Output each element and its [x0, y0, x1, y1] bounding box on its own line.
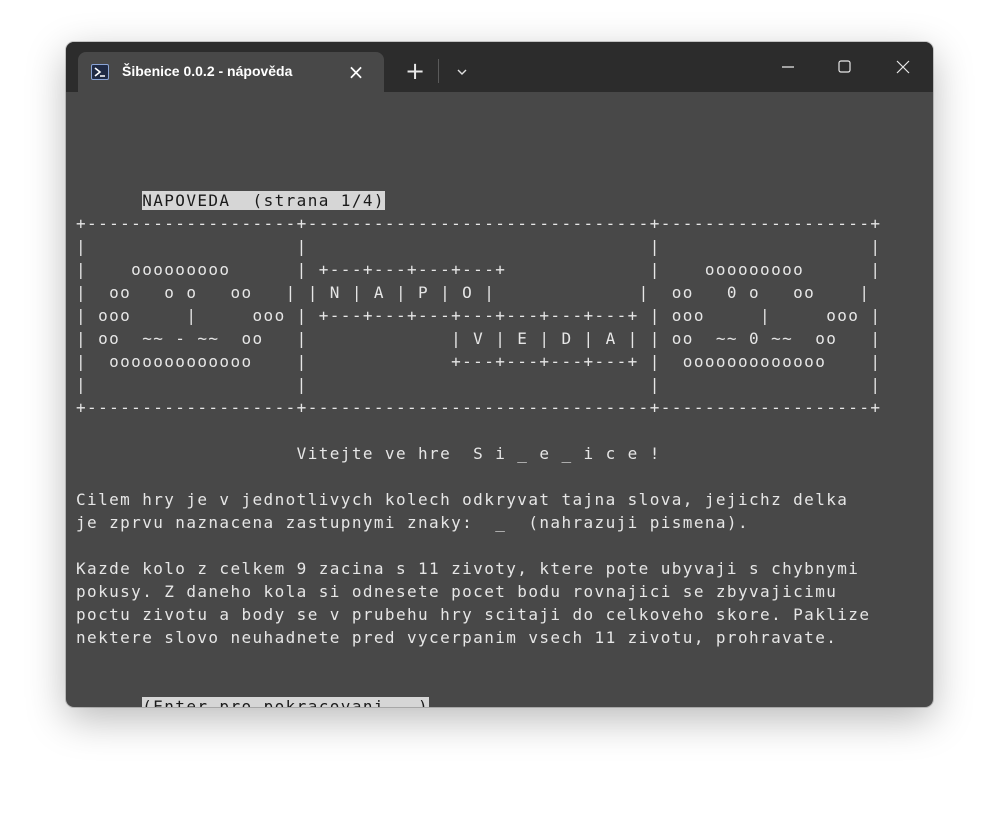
art-line: | | | |: [76, 237, 882, 256]
art-line: | oo ~~ - ~~ oo | | V | E | D | A | | oo…: [76, 329, 882, 348]
art-line: | ooooooooooooo | +---+---+---+---+ | oo…: [76, 352, 882, 371]
paragraph-line: je zprvu naznacena zastupnymi znaky: _ (…: [76, 513, 750, 532]
help-header-text: NAPOVEDA (strana 1/4): [142, 191, 385, 210]
close-icon[interactable]: [881, 50, 925, 84]
maximize-icon[interactable]: [822, 50, 866, 84]
powershell-icon: [91, 64, 109, 80]
title-bar[interactable]: Šibenice 0.0.2 - nápověda × +: [66, 42, 933, 92]
tab-title: Šibenice 0.0.2 - nápověda: [122, 63, 293, 79]
art-line: | ooo | ooo | +---+---+---+---+---+---+-…: [76, 306, 882, 325]
art-line: | ooooooooo | +---+---+---+---+ | oooooo…: [76, 260, 882, 279]
close-tab-icon[interactable]: ×: [344, 60, 368, 84]
minimize-icon[interactable]: [766, 50, 810, 84]
paragraph-line: poctu zivotu a body se v prubehu hry sci…: [76, 605, 871, 624]
art-line: | oo o o oo | | N | A | P | O | | oo 0 o…: [76, 283, 871, 302]
tab-separator: [438, 59, 439, 83]
art-line: +-------------------+-------------------…: [76, 398, 882, 417]
tab-active[interactable]: Šibenice 0.0.2 - nápověda ×: [78, 52, 384, 92]
terminal-window: Šibenice 0.0.2 - nápověda × + NAPOVEDA (…: [66, 42, 933, 707]
paragraph-line: pokusy. Z daneho kola si odnesete pocet …: [76, 582, 838, 601]
art-line: | | | |: [76, 375, 882, 394]
paragraph-line: Cilem hry je v jednotlivych kolech odkry…: [76, 490, 849, 509]
terminal-content[interactable]: NAPOVEDA (strana 1/4) +-----------------…: [76, 92, 933, 707]
continue-prompt-text: (Enter pro pokracovani...): [142, 697, 430, 707]
paragraph-line: Kazde kolo z celkem 9 zacina s 11 zivoty…: [76, 559, 860, 578]
chevron-down-icon[interactable]: [450, 60, 474, 84]
help-header: NAPOVEDA (strana 1/4): [76, 166, 385, 210]
new-tab-button[interactable]: +: [400, 56, 430, 86]
continue-prompt: (Enter pro pokracovani...): [76, 672, 430, 707]
art-line: +-------------------+-------------------…: [76, 214, 882, 233]
paragraph-line: nektere slovo neuhadnete pred vycerpanim…: [76, 628, 838, 647]
welcome-text: Vitejte ve hre S i _ e _ i c e !: [76, 444, 661, 463]
